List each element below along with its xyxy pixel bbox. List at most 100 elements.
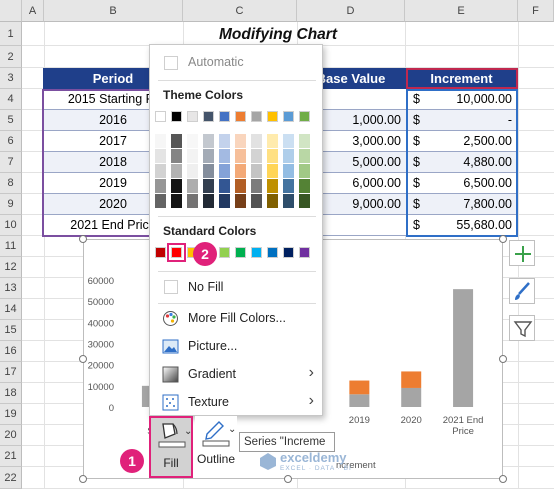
theme-color-swatch[interactable] <box>203 111 214 122</box>
standard-color-red-swatch[interactable] <box>167 243 186 262</box>
row-header[interactable]: 2 <box>0 46 22 68</box>
theme-color-shade-swatch[interactable] <box>155 134 166 148</box>
row-header[interactable]: 20 <box>0 425 22 446</box>
theme-color-shade-swatch[interactable] <box>203 164 214 178</box>
theme-color-shade-swatch[interactable] <box>283 134 294 148</box>
row-header[interactable]: 5 <box>0 110 22 131</box>
row-header[interactable]: 12 <box>0 257 22 278</box>
standard-color-swatch[interactable] <box>235 247 246 258</box>
theme-color-shade-swatch[interactable] <box>155 149 166 163</box>
theme-color-shade-swatch[interactable] <box>299 134 310 148</box>
standard-color-swatch[interactable] <box>283 247 294 258</box>
row-header[interactable]: 17 <box>0 362 22 383</box>
row-header[interactable]: 18 <box>0 383 22 404</box>
chart-elements-button[interactable] <box>509 240 535 266</box>
theme-color-shade-swatch[interactable] <box>283 149 294 163</box>
theme-color-shade-swatch[interactable] <box>171 179 182 193</box>
outline-button[interactable]: ⌄ Outline <box>195 416 237 478</box>
theme-color-shade-swatch[interactable] <box>283 164 294 178</box>
theme-color-shade-swatch[interactable] <box>267 179 278 193</box>
column-header-f[interactable]: F <box>518 0 554 22</box>
theme-color-swatch[interactable] <box>283 111 294 122</box>
theme-color-shade-swatch[interactable] <box>171 149 182 163</box>
theme-color-shade-swatch[interactable] <box>267 134 278 148</box>
theme-color-shade-swatch[interactable] <box>251 164 262 178</box>
select-all-corner[interactable] <box>0 0 22 22</box>
chart-resize-handle[interactable] <box>79 235 87 243</box>
column-header-e[interactable]: E <box>405 0 518 22</box>
chart-filters-button[interactable] <box>509 315 535 341</box>
row-header[interactable]: 21 <box>0 446 22 467</box>
texture-option[interactable]: Texture › <box>150 389 324 416</box>
chart-resize-handle[interactable] <box>499 235 507 243</box>
chart-styles-button[interactable] <box>509 278 535 304</box>
row-header[interactable]: 4 <box>0 89 22 110</box>
theme-color-swatch[interactable] <box>267 111 278 122</box>
row-header[interactable]: 9 <box>0 194 22 215</box>
theme-color-shade-swatch[interactable] <box>235 179 246 193</box>
no-fill-option[interactable]: No Fill <box>150 274 324 301</box>
theme-color-shade-swatch[interactable] <box>187 134 198 148</box>
theme-color-shade-swatch[interactable] <box>251 149 262 163</box>
row-header[interactable]: 14 <box>0 299 22 320</box>
theme-color-shade-swatch[interactable] <box>171 194 182 208</box>
column-header-d[interactable]: D <box>297 0 405 22</box>
gradient-option[interactable]: Gradient › <box>150 361 324 388</box>
theme-color-shade-swatch[interactable] <box>283 179 294 193</box>
theme-color-swatch[interactable] <box>171 111 182 122</box>
column-header-b[interactable]: B <box>44 0 183 22</box>
automatic-option[interactable]: Automatic <box>150 49 324 76</box>
theme-color-shade-swatch[interactable] <box>187 149 198 163</box>
theme-color-shade-swatch[interactable] <box>299 164 310 178</box>
row-header[interactable]: 22 <box>0 467 22 489</box>
chart-resize-handle[interactable] <box>499 475 507 483</box>
row-header[interactable]: 13 <box>0 278 22 299</box>
picture-option[interactable]: Picture... <box>150 333 324 360</box>
row-header[interactable]: 7 <box>0 152 22 173</box>
theme-color-shade-swatch[interactable] <box>267 164 278 178</box>
standard-color-swatch[interactable] <box>299 247 310 258</box>
theme-color-shade-swatch[interactable] <box>171 134 182 148</box>
theme-color-shade-swatch[interactable] <box>267 149 278 163</box>
theme-color-shade-swatch[interactable] <box>219 164 230 178</box>
standard-color-swatch[interactable] <box>251 247 262 258</box>
theme-color-shade-swatch[interactable] <box>283 194 294 208</box>
theme-color-shade-swatch[interactable] <box>251 194 262 208</box>
theme-color-shade-swatch[interactable] <box>203 179 214 193</box>
standard-color-swatch[interactable] <box>155 247 166 258</box>
theme-color-swatch[interactable] <box>187 111 198 122</box>
row-header[interactable]: 10 <box>0 215 22 236</box>
theme-color-swatch[interactable] <box>299 111 310 122</box>
row-header[interactable]: 6 <box>0 131 22 152</box>
row-header[interactable]: 3 <box>0 68 22 89</box>
theme-color-shade-swatch[interactable] <box>187 194 198 208</box>
theme-color-shade-swatch[interactable] <box>203 194 214 208</box>
theme-color-shade-swatch[interactable] <box>251 134 262 148</box>
theme-color-shade-swatch[interactable] <box>235 194 246 208</box>
column-header-a[interactable]: A <box>22 0 44 22</box>
row-header[interactable]: 19 <box>0 404 22 425</box>
theme-color-shade-swatch[interactable] <box>171 164 182 178</box>
column-header-c[interactable]: C <box>183 0 297 22</box>
standard-color-swatch[interactable] <box>219 247 230 258</box>
theme-color-shade-swatch[interactable] <box>219 179 230 193</box>
row-header[interactable]: 8 <box>0 173 22 194</box>
theme-color-swatch[interactable] <box>155 111 166 122</box>
theme-color-shade-swatch[interactable] <box>235 164 246 178</box>
theme-color-shade-swatch[interactable] <box>235 134 246 148</box>
theme-color-shade-swatch[interactable] <box>187 179 198 193</box>
more-fill-colors-option[interactable]: More Fill Colors... <box>150 305 324 332</box>
theme-color-shade-swatch[interactable] <box>155 179 166 193</box>
row-header[interactable]: 1 <box>0 22 22 46</box>
theme-color-shade-swatch[interactable] <box>219 134 230 148</box>
chart-resize-handle[interactable] <box>79 355 87 363</box>
theme-color-shade-swatch[interactable] <box>251 179 262 193</box>
theme-color-shade-swatch[interactable] <box>203 134 214 148</box>
row-header[interactable]: 16 <box>0 341 22 362</box>
row-header[interactable]: 11 <box>0 236 22 257</box>
chart-resize-handle[interactable] <box>79 475 87 483</box>
theme-color-shade-swatch[interactable] <box>267 194 278 208</box>
chart-resize-handle[interactable] <box>499 355 507 363</box>
theme-color-shade-swatch[interactable] <box>299 194 310 208</box>
theme-color-shade-swatch[interactable] <box>187 164 198 178</box>
